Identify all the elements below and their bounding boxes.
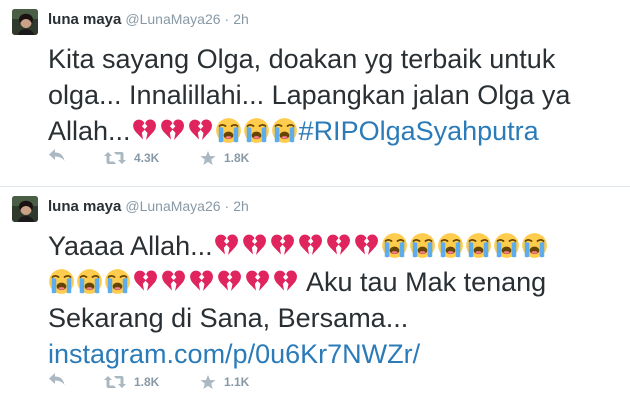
broken-heart-emoji (187, 117, 214, 144)
star-icon (200, 150, 216, 166)
favorite-button[interactable]: 1.8K (200, 148, 249, 168)
loudly-crying-face-emoji (215, 117, 242, 144)
favorite-count: 1.8K (224, 151, 250, 165)
tweet-text-line-4: instagram.com/p/0u6Kr7NWZr/ (48, 336, 618, 372)
broken-heart-emoji (131, 117, 158, 144)
broken-heart-emoji (272, 268, 299, 295)
tweet-text-line-3: Allah... #RIPOlgaSyahputra (48, 113, 618, 149)
reply-icon (48, 148, 66, 162)
reply-button[interactable] (48, 372, 66, 386)
loudly-crying-face-emoji (271, 117, 298, 144)
broken-heart-emoji (159, 117, 186, 144)
tweet-text-line-3: Sekarang di Sana, Bersama... (48, 303, 409, 333)
tweet-text-fragment: Allah... (48, 116, 131, 146)
loudly-crying-face-emoji (48, 268, 75, 295)
reply-button[interactable] (48, 148, 66, 162)
tweet-text-fragment: Yaaaa Allah... (48, 231, 213, 261)
separator: · (224, 198, 230, 214)
separator: · (224, 11, 230, 27)
star-icon (200, 374, 216, 390)
retweet-count: 4.3K (134, 151, 160, 165)
tweet-2: luna maya @LunaMaya26 · 2h Yaaaa Allah... A… (0, 187, 630, 400)
tweet-text-fragment: Aku tau Mak tenang (300, 267, 547, 297)
loudly-crying-face-emoji (465, 232, 492, 259)
broken-heart-emoji (216, 268, 243, 295)
loudly-crying-face-emoji (76, 268, 103, 295)
emoji-group (48, 267, 300, 297)
broken-heart-emoji (160, 268, 187, 295)
tweet-header: luna maya @LunaMaya26 · 2h (48, 9, 249, 29)
timestamp[interactable]: 2h (233, 11, 249, 27)
tweet-text: Kita sayang Olga, doakan yg terbaik untu… (48, 41, 618, 149)
tweet-header: luna maya @LunaMaya26 · 2h (48, 196, 249, 216)
retweet-icon (104, 151, 126, 165)
retweet-button[interactable]: 4.3K (104, 148, 159, 168)
hashtag-link[interactable]: #RIPOlgaSyahputra (299, 116, 539, 146)
loudly-crying-face-emoji (493, 232, 520, 259)
broken-heart-emoji (241, 232, 268, 259)
avatar[interactable] (12, 196, 38, 222)
fullname[interactable]: luna maya (48, 11, 121, 28)
retweet-button[interactable]: 1.8K (104, 372, 159, 392)
broken-heart-emoji (213, 232, 240, 259)
loudly-crying-face-emoji (381, 232, 408, 259)
retweet-count: 1.8K (134, 375, 160, 389)
tweet-text: Yaaaa Allah... Aku tau Mak tenang Sekara… (48, 228, 618, 372)
username[interactable]: @LunaMaya26 (125, 11, 220, 27)
tweet-text-line: olga... Innalillahi... Lapangkan jalan O… (48, 80, 571, 110)
broken-heart-emoji (325, 232, 352, 259)
broken-heart-emoji (188, 268, 215, 295)
loudly-crying-face-emoji (243, 117, 270, 144)
favorite-button[interactable]: 1.1K (200, 372, 249, 392)
tweet-1: luna maya @LunaMaya26 · 2h Kita sayang Olga… (0, 0, 630, 186)
tweet-text-line-1: Yaaaa Allah... (48, 228, 618, 264)
broken-heart-emoji (132, 268, 159, 295)
broken-heart-emoji (269, 232, 296, 259)
broken-heart-emoji (353, 232, 380, 259)
tweet-text-line-2: Aku tau Mak tenang (48, 264, 618, 300)
loudly-crying-face-emoji (521, 232, 548, 259)
broken-heart-emoji (297, 232, 324, 259)
avatar[interactable] (12, 9, 38, 35)
instagram-link[interactable]: instagram.com/p/0u6Kr7NWZr/ (48, 339, 420, 369)
timestamp[interactable]: 2h (233, 198, 249, 214)
loudly-crying-face-emoji (437, 232, 464, 259)
username[interactable]: @LunaMaya26 (125, 198, 220, 214)
favorite-count: 1.1K (224, 375, 250, 389)
retweet-icon (104, 375, 126, 389)
emoji-group (131, 116, 299, 146)
loudly-crying-face-emoji (104, 268, 131, 295)
broken-heart-emoji (244, 268, 271, 295)
loudly-crying-face-emoji (409, 232, 436, 259)
reply-icon (48, 372, 66, 386)
fullname[interactable]: luna maya (48, 198, 121, 215)
emoji-group (213, 231, 549, 261)
tweet-text-line: Kita sayang Olga, doakan yg terbaik untu… (48, 44, 556, 74)
